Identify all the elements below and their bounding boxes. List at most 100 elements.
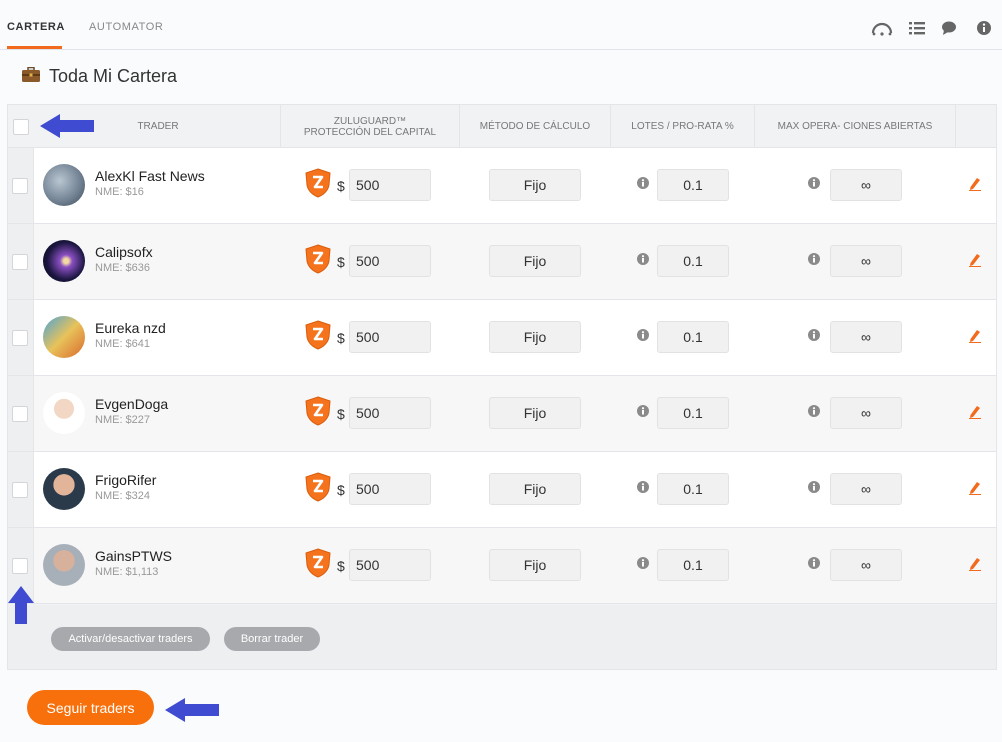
zuluguard-shield-icon[interactable] (305, 320, 331, 350)
follow-traders-button[interactable]: Seguir traders (27, 690, 154, 725)
header-lots: LOTES / PRO-RATA % (631, 121, 734, 132)
info-icon[interactable] (637, 405, 649, 417)
row-checkbox[interactable] (12, 330, 28, 346)
info-icon[interactable] (976, 20, 992, 36)
capital-amount-input[interactable]: 500 (349, 397, 431, 429)
table-row: GainsPTWS NME: $1,113 $500 Fijo 0.1 ∞ (8, 528, 996, 604)
zuluguard-shield-icon[interactable] (305, 244, 331, 274)
lots-input[interactable]: 0.1 (657, 397, 729, 429)
header-zuluguard: ZULUGUARD™ PROTECCIÓN DEL CAPITAL (281, 105, 459, 148)
trader-nme: NME: $641 (95, 338, 151, 350)
capital-amount-input[interactable]: 500 (349, 473, 431, 505)
info-icon[interactable] (637, 481, 649, 493)
capital-amount-input[interactable]: 500 (349, 549, 431, 581)
tab-automator[interactable]: AUTOMATOR (89, 21, 163, 33)
lots-input[interactable]: 0.1 (657, 473, 729, 505)
info-icon[interactable] (808, 481, 820, 493)
max-open-trades-input[interactable]: ∞ (830, 321, 902, 353)
avatar[interactable] (43, 468, 85, 510)
trader-name[interactable]: GainsPTWS (95, 548, 172, 564)
calc-method-select[interactable]: Fijo (489, 397, 581, 429)
page-title: Toda Mi Cartera (49, 66, 178, 86)
list-icon[interactable] (909, 20, 925, 36)
info-icon[interactable] (637, 177, 649, 189)
table-row: FrigoRifer NME: $324 $500 Fijo 0.1 ∞ (8, 452, 996, 528)
gauge-icon[interactable] (871, 20, 893, 36)
annotation-arrow-up-icon (8, 586, 34, 624)
zuluguard-shield-icon[interactable] (305, 168, 331, 198)
capital-amount-input[interactable]: 500 (349, 321, 431, 353)
row-checkbox[interactable] (12, 178, 28, 194)
currency-symbol: $ (337, 406, 345, 422)
delete-trader-button[interactable]: Borrar trader (224, 627, 320, 651)
trader-nme: NME: $1,113 (95, 566, 159, 578)
trader-nme: NME: $16 (95, 186, 144, 198)
table-row: EvgenDoga NME: $227 $500 Fijo 0.1 ∞ (8, 376, 996, 452)
info-icon[interactable] (808, 557, 820, 569)
avatar[interactable] (43, 164, 85, 206)
trader-name[interactable]: Calipsofx (95, 244, 153, 260)
annotation-arrow-left-icon (165, 698, 219, 722)
info-icon[interactable] (808, 405, 820, 417)
row-checkbox[interactable] (12, 482, 28, 498)
edit-pencil-icon[interactable] (969, 405, 981, 419)
max-open-trades-input[interactable]: ∞ (830, 549, 902, 581)
annotation-arrow-left-icon (40, 114, 94, 138)
header-zuluguard-line2: PROTECCIÓN DEL CAPITAL (303, 126, 437, 138)
zuluguard-shield-icon[interactable] (305, 472, 331, 502)
avatar[interactable] (43, 392, 85, 434)
info-icon[interactable] (637, 557, 649, 569)
trader-name[interactable]: EvgenDoga (95, 396, 168, 412)
currency-symbol: $ (337, 330, 345, 346)
trader-nme: NME: $636 (95, 262, 151, 274)
edit-pencil-icon[interactable] (969, 557, 981, 571)
row-select-cell (8, 300, 34, 375)
capital-amount-input[interactable]: 500 (349, 169, 431, 201)
calc-method-select[interactable]: Fijo (489, 245, 581, 277)
info-icon[interactable] (637, 329, 649, 341)
max-open-trades-input[interactable]: ∞ (830, 473, 902, 505)
currency-symbol: $ (337, 482, 345, 498)
lots-input[interactable]: 0.1 (657, 549, 729, 581)
zuluguard-shield-icon[interactable] (305, 548, 331, 578)
info-icon[interactable] (637, 253, 649, 265)
trader-name[interactable]: FrigoRifer (95, 472, 156, 488)
chat-icon[interactable] (941, 20, 957, 36)
lots-input[interactable]: 0.1 (657, 169, 729, 201)
trader-name[interactable]: AlexKl Fast News (95, 168, 205, 184)
row-select-cell (8, 452, 34, 527)
calc-method-select[interactable]: Fijo (489, 549, 581, 581)
calc-method-select[interactable]: Fijo (489, 321, 581, 353)
edit-pencil-icon[interactable] (969, 481, 981, 495)
calc-method-select[interactable]: Fijo (489, 169, 581, 201)
max-open-trades-input[interactable]: ∞ (830, 397, 902, 429)
edit-pencil-icon[interactable] (969, 253, 981, 267)
currency-symbol: $ (337, 558, 345, 574)
tab-cartera[interactable]: CARTERA (7, 21, 65, 33)
currency-symbol: $ (337, 254, 345, 270)
avatar[interactable] (43, 316, 85, 358)
lots-input[interactable]: 0.1 (657, 245, 729, 277)
zuluguard-shield-icon[interactable] (305, 396, 331, 426)
edit-pencil-icon[interactable] (969, 329, 981, 343)
row-checkbox[interactable] (12, 254, 28, 270)
max-open-trades-input[interactable]: ∞ (830, 245, 902, 277)
avatar[interactable] (43, 240, 85, 282)
row-checkbox[interactable] (12, 406, 28, 422)
trader-nme: NME: $324 (95, 490, 151, 502)
row-select-cell (8, 376, 34, 451)
avatar[interactable] (43, 544, 85, 586)
select-all-checkbox[interactable] (13, 119, 29, 135)
max-open-trades-input[interactable]: ∞ (830, 169, 902, 201)
info-icon[interactable] (808, 253, 820, 265)
header-zuluguard-line1: ZULUGUARD™ (333, 115, 407, 127)
edit-pencil-icon[interactable] (969, 177, 981, 191)
lots-input[interactable]: 0.1 (657, 321, 729, 353)
info-icon[interactable] (808, 329, 820, 341)
row-checkbox[interactable] (12, 558, 28, 574)
capital-amount-input[interactable]: 500 (349, 245, 431, 277)
trader-name[interactable]: Eureka nzd (95, 320, 166, 336)
info-icon[interactable] (808, 177, 820, 189)
toggle-traders-button[interactable]: Activar/desactivar traders (51, 627, 210, 651)
calc-method-select[interactable]: Fijo (489, 473, 581, 505)
